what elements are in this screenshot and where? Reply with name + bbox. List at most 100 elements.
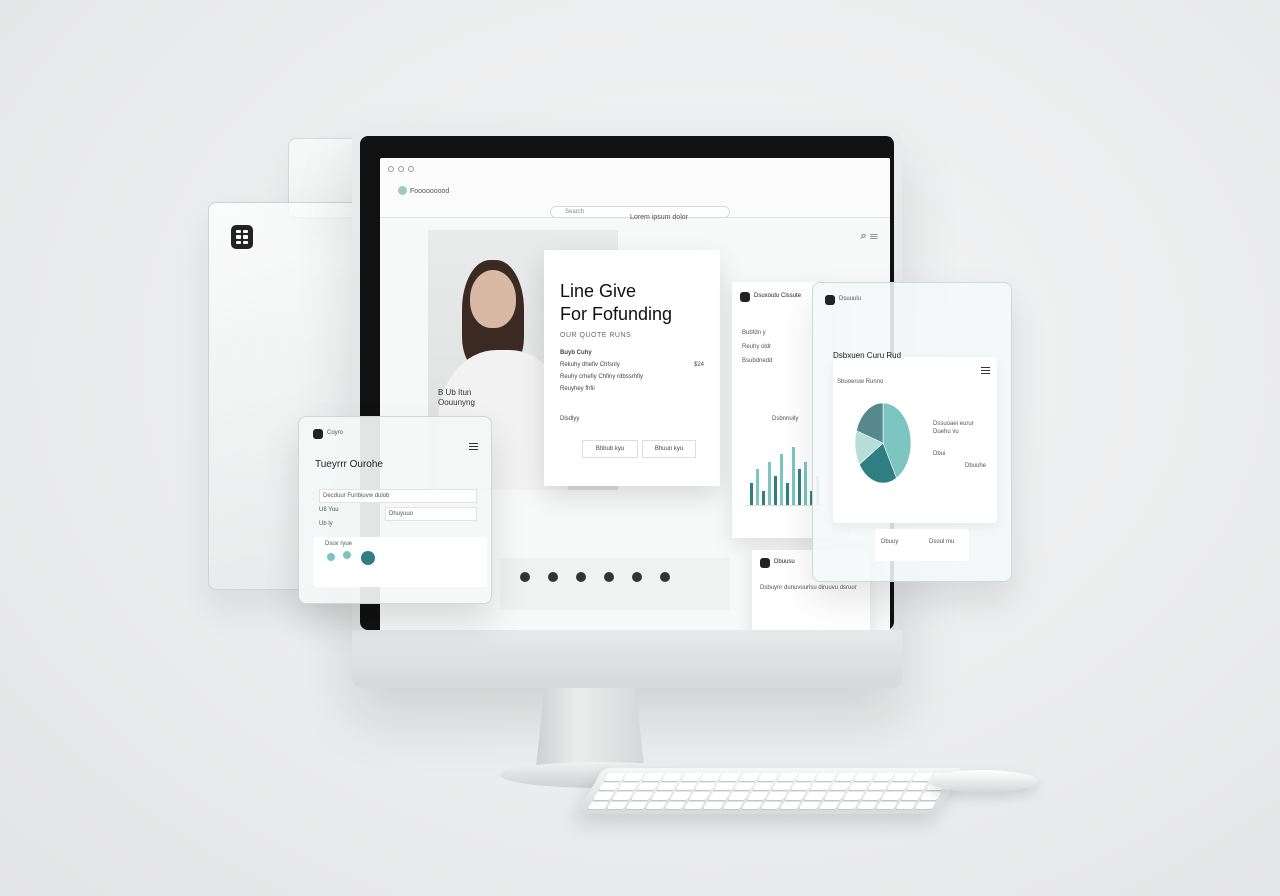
keyboard-key xyxy=(642,773,665,781)
bar xyxy=(798,468,801,505)
keyboard-key xyxy=(708,792,730,800)
teal-dot xyxy=(327,553,335,561)
bar xyxy=(774,476,777,505)
app-logo-icon xyxy=(398,186,407,195)
app-icon xyxy=(313,429,323,439)
browser-toolbar: Fooooooood Search Lorem ipsum dolor xyxy=(380,158,890,221)
keyboard-key xyxy=(837,801,860,809)
mini-stats: Dsuv ryue xyxy=(313,537,487,587)
grid-icon[interactable] xyxy=(231,225,253,249)
floating-panel-right: Dsuuulu Dsbxuen Curu Rud Sbuoeruw Runno … xyxy=(812,282,1012,582)
bar xyxy=(792,447,795,505)
nav-search-menu[interactable]: ⌕ ☰ xyxy=(861,230,878,243)
bar-chart xyxy=(746,442,822,506)
mail-text: Dsbuynr dunuvuurlsu diruuvu dsruur xyxy=(760,585,857,591)
keyboard-key xyxy=(713,782,736,790)
keyboard-key xyxy=(818,801,840,809)
toolbar-icon[interactable] xyxy=(520,572,530,582)
keyboard-key xyxy=(738,773,761,781)
stat-label: Dbuuhe xyxy=(965,463,987,469)
footer-stat: Dbuuy xyxy=(881,539,899,545)
legend-title: Dssuoaei eurur xyxy=(933,421,974,427)
keyboard-key xyxy=(626,801,648,809)
app-icon xyxy=(825,295,835,305)
site-title: Lorem ipsum dolor xyxy=(630,214,688,221)
toolbar-icon[interactable] xyxy=(604,572,614,582)
browser-tab[interactable]: Fooooooood xyxy=(410,188,449,195)
mail-icon xyxy=(760,558,770,568)
keyboard-key xyxy=(702,801,725,809)
pie-subtitle: Sbuoeruw Runno xyxy=(837,379,884,385)
keyboard-key xyxy=(829,782,851,790)
section-label: Dsuv ryue xyxy=(325,541,353,547)
toolbar-icon[interactable] xyxy=(576,572,586,582)
floating-panel-left: Coyro Tueyrrr Ourohe Decduur Funbiuvw du… xyxy=(298,416,492,604)
keyboard-key xyxy=(746,792,769,800)
bar xyxy=(762,490,765,505)
keyboard-key xyxy=(881,792,903,800)
field-input[interactable]: Decduur Funbiuvw dulob xyxy=(319,489,477,503)
bar xyxy=(804,461,807,505)
window-dot-icon[interactable] xyxy=(398,166,404,172)
keyboard-key xyxy=(892,773,914,781)
list-item[interactable]: Rekuhy dhefiv Chfsnly xyxy=(560,362,620,368)
hero-card: Line Give For Fofunding OUR QUOTE RUNS B… xyxy=(544,250,720,486)
toolbar-icon[interactable] xyxy=(660,572,670,582)
list-item[interactable]: Reuhy crhefiy Chfiny rdbssrhfiy xyxy=(560,374,643,380)
stats-item[interactable]: Bubfdn y xyxy=(742,330,766,336)
hero-title: Line Give For Fofunding xyxy=(560,281,673,324)
field-label: Ub ly xyxy=(319,521,333,527)
primary-button[interactable]: Bhbub kyu xyxy=(582,440,638,458)
keyboard-key xyxy=(823,792,846,800)
stats-title: Dsuxoutu Clssute xyxy=(754,293,802,299)
keyboard-key xyxy=(645,801,667,809)
keyboard-key xyxy=(914,801,936,809)
window-dot-icon[interactable] xyxy=(388,166,394,172)
bar xyxy=(786,483,789,505)
menu-icon[interactable] xyxy=(469,443,478,450)
keyboard-key xyxy=(727,792,750,800)
keyboard-key xyxy=(886,782,909,790)
keyboard-key xyxy=(815,773,838,781)
keyboard-key xyxy=(799,801,821,809)
chart-label: Dsbnnuily xyxy=(772,416,799,422)
keyboard-key xyxy=(757,773,780,781)
keyboard-key xyxy=(804,792,827,800)
keyboard-key xyxy=(722,801,744,809)
price-label: $24 xyxy=(694,362,705,368)
keyboard-key xyxy=(650,792,673,800)
legend-subtitle: Duehu vu xyxy=(933,429,959,435)
keyboard-key xyxy=(906,782,928,790)
window-dot-icon[interactable] xyxy=(408,166,414,172)
field-input[interactable]: Dhuyuuo xyxy=(385,507,477,521)
keyboard xyxy=(576,768,964,814)
teal-dot xyxy=(343,551,351,559)
stats-item[interactable]: Bsubdnedd xyxy=(742,358,772,364)
panel-brand: Dsuuulu xyxy=(839,296,862,302)
keyboard-key xyxy=(656,782,678,790)
pie-card: Dsbxuen Curu Rud Sbuoeruw Runno Dssuoaei… xyxy=(833,351,997,523)
keyboard-key xyxy=(741,801,763,809)
toolbar-icon[interactable] xyxy=(632,572,642,582)
footer-label: Dlsdlyy xyxy=(560,416,580,422)
secondary-button[interactable]: Bhuun kyu xyxy=(642,440,696,458)
list-item[interactable]: Reuyhey fhfii xyxy=(560,386,595,392)
field-label: U8 Yuu xyxy=(319,507,339,513)
keyboard-key xyxy=(661,773,684,781)
bar xyxy=(756,468,759,505)
keyboard-key xyxy=(664,801,687,809)
keyboard-key xyxy=(848,782,871,790)
keyboard-key xyxy=(752,782,774,790)
monitor-chin xyxy=(352,630,902,688)
keyboard-key xyxy=(810,782,832,790)
menu-icon[interactable] xyxy=(981,367,990,374)
toolbar-icon[interactable] xyxy=(548,572,558,582)
panel-brand: Coyro xyxy=(327,430,344,436)
app-icon xyxy=(740,292,750,302)
keyboard-key xyxy=(631,792,654,800)
stats-item[interactable]: Reuhy oldr xyxy=(742,344,771,350)
person-face xyxy=(470,270,516,328)
bar xyxy=(780,454,783,505)
section-label: Buyb Cuhy xyxy=(560,350,592,356)
keyboard-key xyxy=(900,792,923,800)
